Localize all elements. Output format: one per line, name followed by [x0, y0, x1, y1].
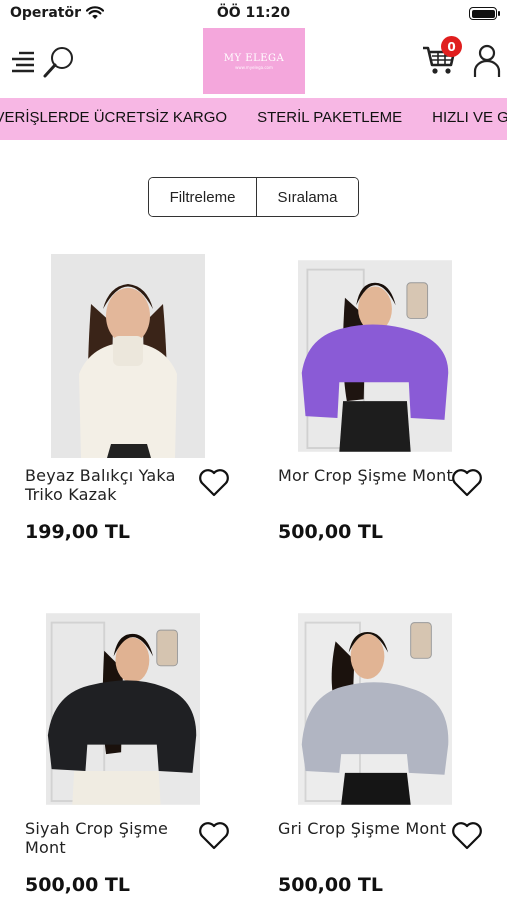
- brand-logo[interactable]: MY ELEGA www.myelega.com: [203, 28, 305, 94]
- product-price: 500,00 TL: [278, 521, 384, 543]
- heart-icon[interactable]: [198, 820, 230, 850]
- filter-button[interactable]: Filtreleme: [149, 178, 257, 216]
- product-image[interactable]: [298, 607, 452, 811]
- product-price: 500,00 TL: [278, 874, 384, 896]
- product-title[interactable]: Siyah Crop Şişme Mont: [25, 819, 200, 857]
- product-image[interactable]: [51, 254, 205, 458]
- filter-sort-controls: Filtreleme Sıralama: [148, 177, 359, 217]
- status-bar: Operatör ÖÖ 11:20: [0, 0, 507, 28]
- product-title[interactable]: Mor Crop Şişme Mont: [278, 466, 453, 485]
- heart-icon[interactable]: [451, 467, 483, 497]
- user-icon[interactable]: [473, 44, 501, 78]
- logo-subtext: www.myelega.com: [235, 64, 273, 70]
- product-price: 500,00 TL: [25, 874, 131, 896]
- menu-icon[interactable]: [10, 50, 36, 74]
- product-image[interactable]: [298, 254, 452, 458]
- product-title[interactable]: Beyaz Balıkçı Yaka Triko Kazak: [25, 466, 200, 504]
- product-price: 199,00 TL: [25, 521, 131, 543]
- status-time: ÖÖ 11:20: [216, 5, 291, 21]
- sort-button[interactable]: Sıralama: [257, 178, 358, 216]
- search-icon[interactable]: [42, 45, 76, 79]
- heart-icon[interactable]: [451, 820, 483, 850]
- announcement-bar: ALIŞVERİŞLERDE ÜCRETSİZ KARGO STERİL PAK…: [0, 98, 507, 140]
- announcement-item: HIZLI VE GÜVENLİ: [432, 109, 507, 126]
- cart-count-badge: 0: [441, 36, 462, 57]
- heart-icon[interactable]: [198, 467, 230, 497]
- announcement-item: STERİL PAKETLEME: [257, 109, 403, 126]
- product-title[interactable]: Gri Crop Şişme Mont: [278, 819, 453, 838]
- battery-icon: [469, 7, 500, 20]
- product-image[interactable]: [46, 607, 200, 811]
- logo-text: MY ELEGA: [223, 52, 285, 64]
- announcement-item: ALIŞVERİŞLERDE ÜCRETSİZ KARGO: [0, 109, 228, 126]
- app-header: MY ELEGA www.myelega.com 0: [0, 28, 507, 98]
